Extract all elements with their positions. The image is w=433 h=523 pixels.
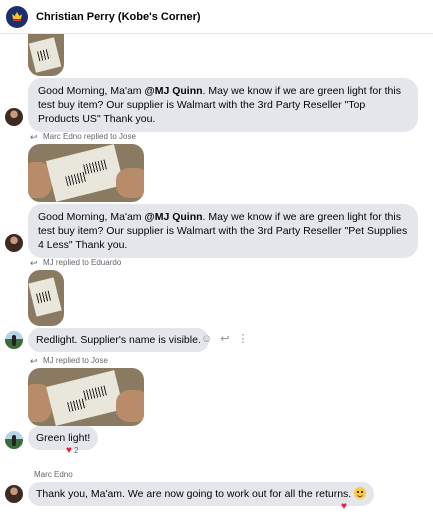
avatar[interactable] xyxy=(5,485,23,503)
message-photo[interactable] xyxy=(28,144,144,202)
reply-label: ↩ MJ replied to Jose xyxy=(30,356,108,365)
avatar[interactable] xyxy=(5,431,23,449)
message-text-prefix: Good Morning, Ma'am xyxy=(38,211,145,223)
reaction-badge[interactable]: ♥ xyxy=(341,499,347,513)
reply-label-text: MJ replied to Eduardo xyxy=(43,258,122,267)
conversation-title[interactable]: Christian Perry (Kobe's Corner) xyxy=(36,11,201,23)
message-photo[interactable] xyxy=(28,32,64,76)
message-text: Redlight. Supplier's name is visible. xyxy=(36,334,201,346)
reaction-badge[interactable]: ♥ 2 xyxy=(66,443,78,457)
message-actions: ☺ ↩ ⋮ xyxy=(201,332,248,346)
avatar[interactable] xyxy=(5,331,23,349)
react-icon[interactable]: ☺ xyxy=(201,333,212,345)
mention[interactable]: @MJ Quinn xyxy=(144,85,202,97)
sender-name: Marc Edno xyxy=(34,470,73,479)
mention[interactable]: @MJ Quinn xyxy=(144,211,202,223)
heart-icon: ♥ xyxy=(341,500,347,512)
reply-label-text: MJ replied to Jose xyxy=(43,356,108,365)
crown-shield-icon xyxy=(12,11,22,21)
reply-label: ↩ MJ replied to Eduardo xyxy=(30,258,121,267)
more-options-icon[interactable]: ⋮ xyxy=(237,332,248,345)
grinning-face-emoji xyxy=(354,487,367,499)
reply-icon: ↩ xyxy=(30,131,38,142)
message-bubble[interactable]: Green light! xyxy=(28,426,99,450)
message-photo[interactable] xyxy=(28,368,144,426)
message-bubble[interactable]: Good Morning, Ma'am @MJ Quinn. May we kn… xyxy=(28,78,418,132)
heart-icon: ♥ xyxy=(66,444,72,456)
reply-label: ↩ Marc Edno replied to Jose xyxy=(30,132,136,141)
message-bubble[interactable]: Good Morning, Ma'am @MJ Quinn. May we kn… xyxy=(28,204,418,258)
reply-action-icon[interactable]: ↩ xyxy=(220,332,229,345)
conversation-header: Christian Perry (Kobe's Corner) xyxy=(0,0,433,34)
reaction-count: 2 xyxy=(73,445,79,455)
avatar[interactable] xyxy=(5,108,23,126)
avatar[interactable] xyxy=(5,234,23,252)
message-text-prefix: Good Morning, Ma'am xyxy=(38,85,145,97)
reply-icon: ↩ xyxy=(30,257,38,268)
message-text: Thank you, Ma'am. We are now going to wo… xyxy=(36,488,352,500)
message-photo[interactable] xyxy=(28,270,64,326)
message-bubble[interactable]: Redlight. Supplier's name is visible. xyxy=(28,328,209,352)
group-avatar[interactable] xyxy=(6,5,28,28)
reply-icon: ↩ xyxy=(30,355,38,366)
message-bubble[interactable]: Thank you, Ma'am. We are now going to wo… xyxy=(28,482,375,506)
message-text: Green light! xyxy=(36,432,91,444)
reply-label-text: Marc Edno replied to Jose xyxy=(43,132,136,141)
message-thread[interactable]: Good Morning, Ma'am @MJ Quinn. May we kn… xyxy=(0,32,433,523)
